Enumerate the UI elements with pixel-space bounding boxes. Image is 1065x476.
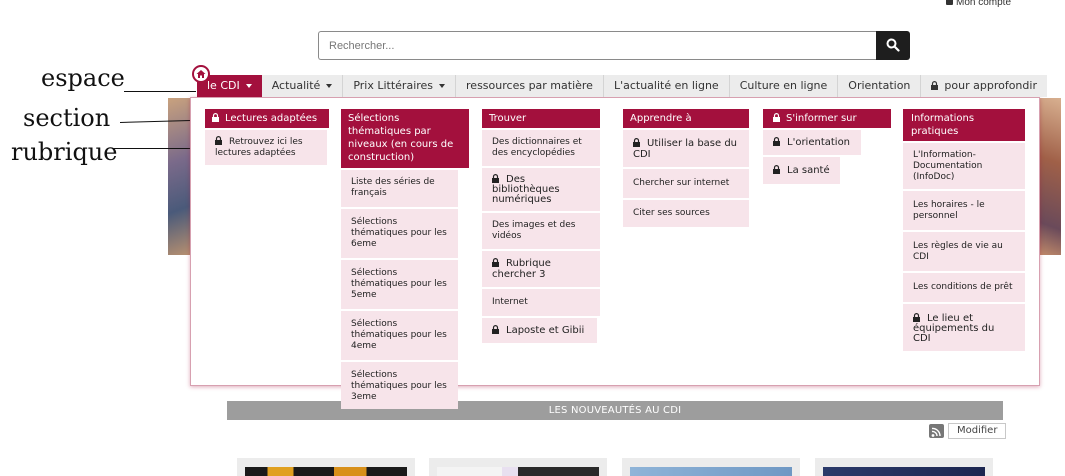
annotation-section: section (23, 104, 111, 132)
nav-item-prix-litteraires[interactable]: Prix Littéraires (343, 75, 457, 97)
caret-down-icon (326, 84, 333, 88)
menu-item-sante[interactable]: La santé (763, 155, 840, 184)
menu-item-chercher-internet[interactable]: Chercher sur internet (623, 167, 749, 198)
lock-icon (773, 165, 780, 174)
book-card[interactable] (237, 458, 415, 476)
section-header-apprendre[interactable]: Apprendre à (623, 109, 749, 128)
menu-item-horaires[interactable]: Les horaires - le personnel (903, 189, 1025, 230)
lock-icon (492, 258, 499, 267)
lock-icon (633, 138, 640, 147)
search-input[interactable] (318, 31, 876, 60)
section-header-informer[interactable]: S'informer sur (763, 109, 891, 128)
book-cover (437, 467, 599, 476)
menu-item-orientation[interactable]: L'orientation (763, 128, 861, 155)
menu-section-selections: Sélections thématiques par niveaux (en c… (341, 109, 469, 409)
book-card[interactable] (429, 458, 607, 476)
hero-image (1039, 98, 1061, 255)
search-icon (886, 38, 900, 52)
lock-icon (215, 136, 222, 145)
annotation-arrow (112, 148, 202, 149)
lock-icon (913, 313, 920, 322)
menu-item-dictionnaires[interactable]: Des dictionnaires et des encyclopédies (482, 128, 600, 166)
nav-item-actualite[interactable]: Actualité (262, 75, 344, 97)
section-header-trouver[interactable]: Trouver (482, 109, 600, 128)
menu-section-informer: S'informer sur L'orientation La santé (763, 109, 891, 184)
lock-icon (492, 325, 499, 334)
menu-item-3eme[interactable]: Sélections thématiques pour les 3eme (341, 360, 458, 409)
annotation-line (124, 91, 196, 92)
menu-section-informations: Informations pratiques L'Information-Doc… (903, 109, 1025, 351)
menu-item-lieu-equipements[interactable]: Le lieu et équipements du CDI (903, 302, 1025, 351)
rss-icon[interactable] (929, 424, 944, 438)
lock-icon (212, 113, 219, 122)
lock-icon (773, 137, 780, 146)
menu-item-citer-sources[interactable]: Citer ses sources (623, 198, 749, 227)
menu-item-rubrique-chercher[interactable]: Rubrique chercher 3 (482, 249, 600, 287)
nav-item-pour-approfondir[interactable]: pour approfondir (921, 75, 1047, 97)
search-button[interactable] (876, 31, 910, 60)
section-header-selections[interactable]: Sélections thématiques par niveaux (en c… (341, 109, 469, 168)
caret-down-icon (439, 84, 446, 88)
menu-section-trouver: Trouver Des dictionnaires et des encyclo… (482, 109, 600, 343)
menu-item-internet[interactable]: Internet (482, 287, 600, 316)
account-label: Mon compte (956, 0, 1012, 8)
menu-item-5eme[interactable]: Sélections thématiques pour les 5eme (341, 258, 458, 309)
menu-section-lectures: Lectures adaptées Retrouvez ici les lect… (205, 109, 329, 165)
section-header-lectures-adaptees[interactable]: Lectures adaptées (205, 109, 329, 128)
menu-item-conditions-pret[interactable]: Les conditions de prêt (903, 271, 1025, 302)
menu-item-bibliotheques[interactable]: Des bibliothèques numériques (482, 166, 600, 211)
menu-section-apprendre: Apprendre à Utiliser la base du CDI Cher… (623, 109, 749, 227)
home-icon[interactable] (192, 65, 210, 83)
annotation-rubrique: rubrique (11, 138, 118, 166)
book-cover (630, 467, 792, 476)
lock-icon (773, 113, 780, 122)
search-bar (318, 31, 910, 60)
lock-icon (492, 174, 499, 183)
menu-item-regles[interactable]: Les règles de vie au CDI (903, 230, 1025, 271)
nav-item-orientation[interactable]: Orientation (838, 75, 922, 97)
menu-item-infodoc[interactable]: L'Information-Documentation (InfoDoc) (903, 141, 1025, 189)
nav-item-ressources[interactable]: ressources par matière (456, 75, 604, 97)
mega-menu: Lectures adaptées Retrouvez ici les lect… (190, 97, 1040, 409)
book-cover (823, 467, 985, 476)
menu-item-images-videos[interactable]: Des images et des vidéos (482, 211, 600, 249)
nav-item-actualite-en-ligne[interactable]: L'actualité en ligne (604, 75, 730, 97)
user-icon (946, 0, 953, 6)
menu-item-series-francais[interactable]: Liste des séries de français (341, 168, 458, 207)
lock-icon (931, 81, 939, 90)
book-cover (245, 467, 407, 476)
menu-item-retrouvez[interactable]: Retrouvez ici les lectures adaptées (205, 128, 327, 165)
menu-item-4eme[interactable]: Sélections thématiques pour les 4eme (341, 309, 458, 360)
account-link[interactable]: Mon compte (946, 0, 1046, 16)
book-card[interactable] (622, 458, 800, 476)
menu-item-6eme[interactable]: Sélections thématiques pour les 6eme (341, 207, 458, 258)
main-nav: le CDI Actualité Prix Littéraires ressou… (197, 75, 1047, 97)
menu-item-utiliser-base[interactable]: Utiliser la base du CDI (623, 128, 749, 167)
caret-down-icon (245, 84, 252, 88)
menu-item-laposte-gibii[interactable]: Laposte et Gibii (482, 316, 597, 343)
modifier-button[interactable]: Modifier (948, 423, 1007, 439)
book-card[interactable] (815, 458, 993, 476)
annotation-espace: espace (41, 64, 125, 92)
section-header-informations[interactable]: Informations pratiques (903, 109, 1025, 141)
nav-item-culture-en-ligne[interactable]: Culture en ligne (730, 75, 839, 97)
